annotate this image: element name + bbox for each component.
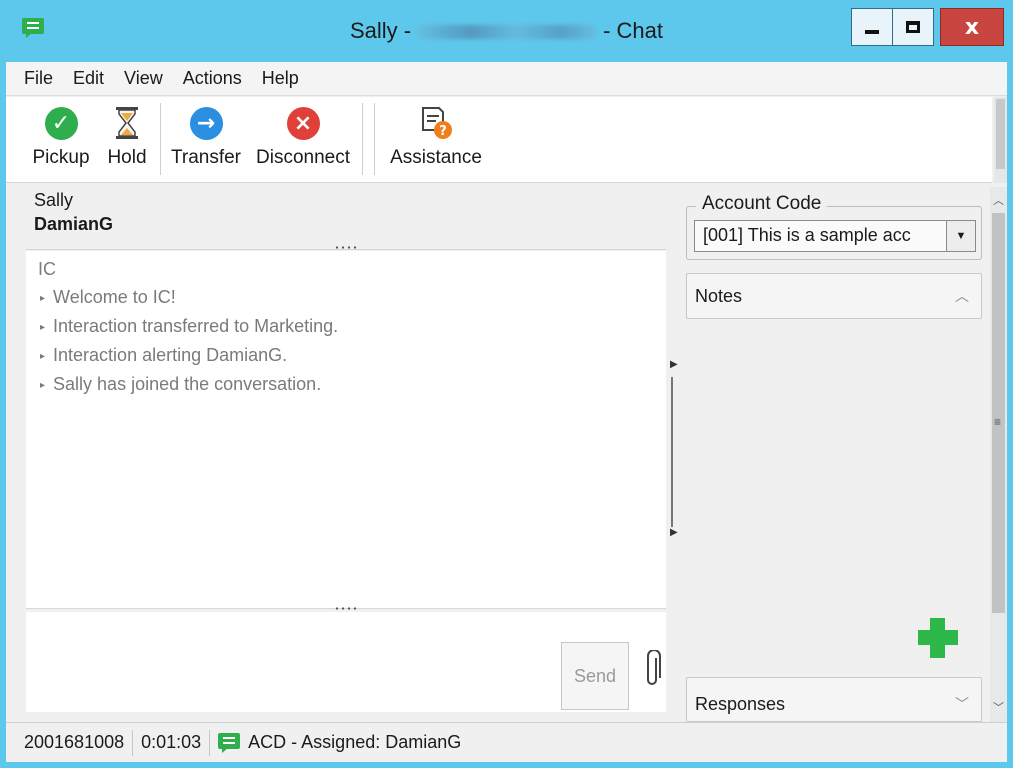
notes-label: Notes bbox=[695, 286, 743, 306]
bullet-icon: ▸ bbox=[40, 321, 46, 333]
maximize-button[interactable] bbox=[892, 8, 934, 46]
resize-grip[interactable] bbox=[334, 246, 358, 249]
account-code-select[interactable]: [001] This is a sample acc bbox=[694, 220, 976, 252]
help-document-icon: ? bbox=[422, 107, 452, 139]
interaction-state: ACD - Assigned: DamianG bbox=[210, 730, 469, 756]
notes-section-header[interactable]: Notes ︿ bbox=[686, 273, 982, 319]
system-message: ▸ Interaction transferred to Marketing. bbox=[40, 316, 338, 337]
menu-help[interactable]: Help bbox=[252, 68, 309, 89]
window-title-suffix: - Chat bbox=[603, 18, 664, 43]
account-code-label: Account Code bbox=[696, 193, 828, 215]
close-button[interactable]: x bbox=[940, 8, 1004, 46]
elapsed-time: 0:01:03 bbox=[133, 729, 211, 756]
toolbar-scrollbar[interactable] bbox=[994, 97, 1007, 183]
system-message: ▸ Sally has joined the conversation. bbox=[40, 374, 321, 395]
chevron-down-icon[interactable]: ▼ bbox=[946, 220, 976, 252]
toolbar: ✓ Pickup Hold → Transfer × Disconnect ? … bbox=[6, 97, 992, 183]
participant-customer: Sally bbox=[34, 190, 74, 210]
bullet-icon: ▸ bbox=[40, 350, 46, 362]
chevron-down-icon: ﹀ bbox=[955, 696, 969, 712]
assistance-label: Assistance bbox=[390, 147, 482, 168]
hold-button[interactable]: Hold bbox=[100, 105, 154, 169]
bullet-icon: ▸ bbox=[40, 292, 46, 304]
send-button[interactable]: Send bbox=[561, 642, 629, 710]
participant-agent: DamianG bbox=[34, 214, 114, 234]
message-sender: IC bbox=[38, 259, 56, 279]
bullet-icon: ▸ bbox=[40, 379, 46, 391]
interaction-id: 2001681008 bbox=[6, 729, 134, 756]
toolbar-scroll-thumb[interactable] bbox=[996, 99, 1005, 169]
arrow-right-circle-icon: → bbox=[189, 106, 223, 140]
x-circle-icon: × bbox=[286, 106, 320, 140]
message-text: Interaction transferred to Marketing. bbox=[53, 316, 339, 336]
menu-bar: File Edit View Actions Help bbox=[6, 62, 1007, 96]
message-text: Sally has joined the conversation. bbox=[53, 374, 322, 394]
svg-text:?: ? bbox=[439, 124, 447, 139]
resize-grip[interactable] bbox=[334, 607, 358, 610]
toolbar-separator bbox=[160, 103, 161, 175]
scroll-thumb[interactable] bbox=[992, 213, 1005, 613]
state-text: ACD - Assigned: DamianG bbox=[248, 732, 462, 752]
panel-splitter[interactable]: ▶ ▶ bbox=[666, 187, 684, 712]
collapse-arrow-icon[interactable]: ▶ bbox=[670, 359, 678, 370]
responses-label: Responses bbox=[695, 694, 786, 714]
menu-file[interactable]: File bbox=[14, 68, 63, 89]
system-message: ▸ Interaction alerting DamianG. bbox=[40, 345, 287, 366]
minimize-icon bbox=[865, 30, 879, 34]
add-response-icon[interactable] bbox=[918, 618, 958, 658]
disconnect-button[interactable]: × Disconnect bbox=[250, 105, 356, 169]
scroll-down-icon[interactable]: ﹀ bbox=[990, 696, 1007, 718]
chevron-up-icon: ︿ bbox=[955, 288, 969, 304]
collapse-arrow-icon[interactable]: ▶ bbox=[670, 527, 678, 538]
scroll-grip-icon: ≡ bbox=[994, 415, 1002, 429]
transfer-button[interactable]: → Transfer bbox=[166, 105, 246, 169]
check-circle-icon: ✓ bbox=[44, 106, 78, 140]
message-compose-area[interactable]: Send bbox=[26, 612, 666, 712]
message-text: Welcome to IC! bbox=[53, 287, 176, 307]
status-bar: 2001681008 0:01:03 ACD - Assigned: Damia… bbox=[6, 722, 1007, 762]
menu-actions[interactable]: Actions bbox=[173, 68, 252, 89]
toolbar-separator bbox=[362, 103, 363, 175]
splitter-handle[interactable] bbox=[671, 377, 673, 527]
pickup-label: Pickup bbox=[32, 147, 90, 168]
menu-view[interactable]: View bbox=[114, 68, 173, 89]
right-panel-scrollbar[interactable]: ︿ ≡ ﹀ bbox=[990, 187, 1007, 722]
window-title-prefix: Sally - bbox=[349, 18, 412, 43]
responses-section-header[interactable]: Responses ﹀ bbox=[686, 677, 982, 722]
close-icon: x bbox=[964, 14, 980, 40]
redacted-address bbox=[417, 25, 598, 40]
chat-icon bbox=[218, 732, 241, 753]
hold-label: Hold bbox=[107, 147, 147, 168]
disconnect-label: Disconnect bbox=[256, 147, 350, 168]
scroll-up-icon[interactable]: ︿ bbox=[990, 189, 1007, 211]
minimize-button[interactable] bbox=[851, 8, 893, 46]
chat-transcript: IC ▸ Welcome to IC! ▸ Interaction transfer… bbox=[26, 251, 666, 610]
system-message: ▸ Welcome to IC! bbox=[40, 287, 176, 308]
participants-panel: Sally DamianG bbox=[26, 187, 666, 250]
title-bar[interactable]: Sally - - Chat x bbox=[0, 0, 1013, 62]
toolbar-separator bbox=[374, 103, 375, 175]
transfer-label: Transfer bbox=[170, 147, 242, 168]
maximize-icon bbox=[906, 21, 920, 33]
pickup-button[interactable]: ✓ Pickup bbox=[28, 105, 94, 169]
paperclip-icon[interactable] bbox=[644, 650, 662, 688]
assistance-button[interactable]: ? Assistance bbox=[384, 105, 488, 169]
chat-window: Sally - - Chat x File Edit View Actions H… bbox=[0, 0, 1013, 768]
message-text: Interaction alerting DamianG. bbox=[53, 345, 288, 365]
hourglass-icon bbox=[116, 107, 138, 139]
menu-edit[interactable]: Edit bbox=[63, 68, 114, 89]
